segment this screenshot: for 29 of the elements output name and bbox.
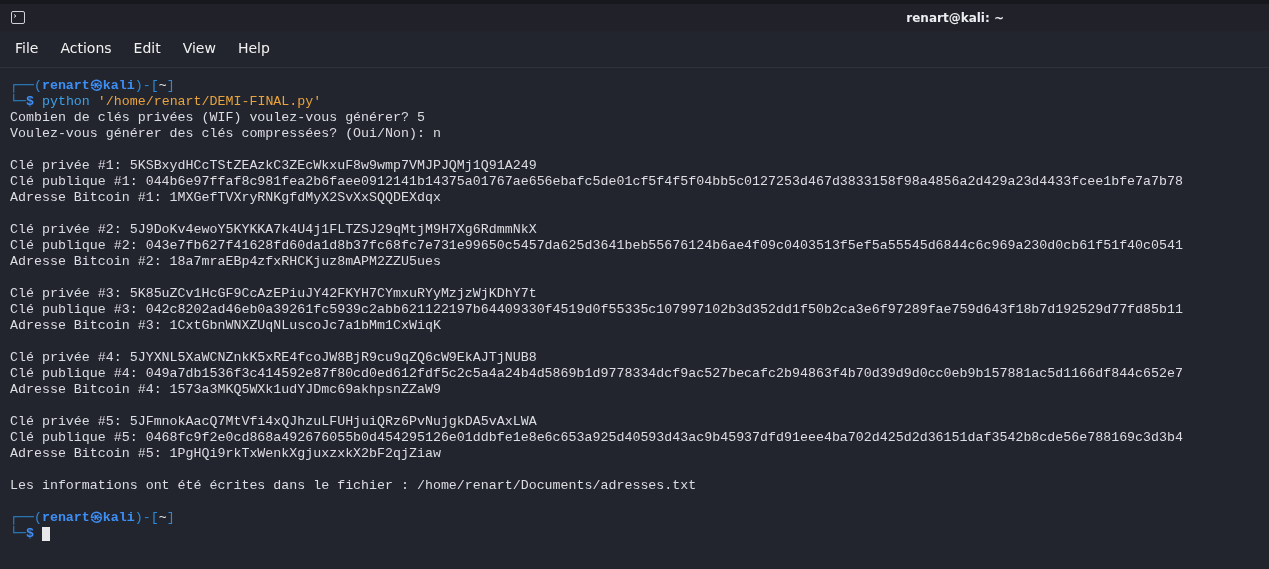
output-line: Adresse Bitcoin #1: 1MXGefTVXryRNKgfdMyX2SvXxSQQDEXdqx	[10, 190, 441, 206]
output-line: Clé privée #1: 5KSBxydHCcTStZEAzkC3ZEcWkxuF8w9wmp7VMJPJQMj1Q91A249	[10, 158, 537, 174]
output-line: Voulez-vous générer des clés compressées? (Oui/Non): n	[10, 126, 441, 142]
menu-item[interactable]: File	[4, 36, 50, 61]
output-line: Adresse Bitcoin #4: 1573a3MKQ5WXk1udYJDmc69akhpsnZZaW9	[10, 382, 441, 398]
menu-item[interactable]: View	[171, 36, 227, 61]
output-line: Clé privée #3: 5K85uZCv1HcGF9CcAzEPiuJY42FKYH7CYmxuRYyMzjzWjKDhY7t	[10, 286, 537, 302]
output-line: Clé publique #2: 043e7fb627f41628fd60da1d8b37fc68fc7e731e99650c5457da625d3641beb55676124b6ae4f09c0403513f5ef5a55545d6844c6c969a230d0cb61f51f40c0541	[10, 238, 1183, 254]
prompt-line: ┌──(renart㉿kali)-[~]	[10, 78, 175, 94]
menu-item[interactable]: Edit	[122, 36, 172, 61]
output-line: Clé publique #4: 049a7db1536f3c414592e87f80cd0ed612fdf5c2c5a4a24b4d5869b1d9778334dcf9ac527becafc2b94863f4b70d39d9d0cc0eb9b157881ac5d1166df844c652e7	[10, 366, 1183, 382]
output-line: Clé privée #4: 5JYXNL5XaWCNZnkK5xRE4fcoJW8BjR9cu9qZQ6cW9EkAJTjNUB8	[10, 350, 537, 366]
output-line: Les informations ont été écrites dans le fichier : /home/renart/Documents/adresses.txt	[10, 478, 697, 494]
output-line: Clé privée #2: 5J9DoKv4ewoY5KYKKA7k4U4j1FLTZSJ29qMtjM9H7Xg6RdmmNkX	[10, 222, 537, 238]
terminal-icon	[11, 11, 25, 24]
command-line: └─$ python '/home/renart/DEMI-FINAL.py'	[10, 94, 322, 110]
command-line: └─$	[10, 526, 34, 542]
output-line: Clé privée #5: 5JFmnokAacQ7MtVfi4xQJhzuLFUHjuiQRz6PvNujgkDA5vAxLWA	[10, 414, 537, 430]
menu-item[interactable]: Actions	[49, 36, 123, 61]
output-line: Adresse Bitcoin #3: 1CxtGbnWNXZUqNLuscoJc7a1bMm1CxWiqK	[10, 318, 441, 334]
output-line: Combien de clés privées (WIF) voulez-vous générer? 5	[10, 110, 425, 126]
menu-item[interactable]: Help	[226, 36, 281, 61]
output-line: Adresse Bitcoin #2: 18a7mraEBp4zfxRHCKjuz8mAPM2ZZU5ues	[10, 254, 441, 270]
output-line: Clé publique #5: 0468fc9f2e0cd868a492676055b0d454295126e01ddbfe1e8e6c653a925d40593d43ac9b45937dfd91eee4ba702d425d2d36151daf3542b8cde56e788169c3d3b4	[10, 430, 1183, 446]
output-line: Adresse Bitcoin #5: 1PgHQi9rkTxWenkXgjuxzxkX2bF2qjZiaw	[10, 446, 441, 462]
prompt-line: ┌──(renart㉿kali)-[~]	[10, 510, 175, 526]
window-title: renart@kali: ~	[906, 10, 1004, 25]
output-line: Clé publique #1: 044b6e97ffaf8c981fea2b6faee0912141b14375a01767ae656ebafc5de01cf5f4f5f04bb5c0127253d467d3833158f98a4856a2d429a23d4433fcee1bfe7a7b78	[10, 174, 1183, 190]
output-line: Clé publique #3: 042c8202ad46eb0a39261fc5939c2abb621122197b64409330f4519d0f55335c107997102b3d352dd1f50b2ca3e6f97289fae759d643f18b7d192529d77fd85b11	[10, 302, 1183, 318]
